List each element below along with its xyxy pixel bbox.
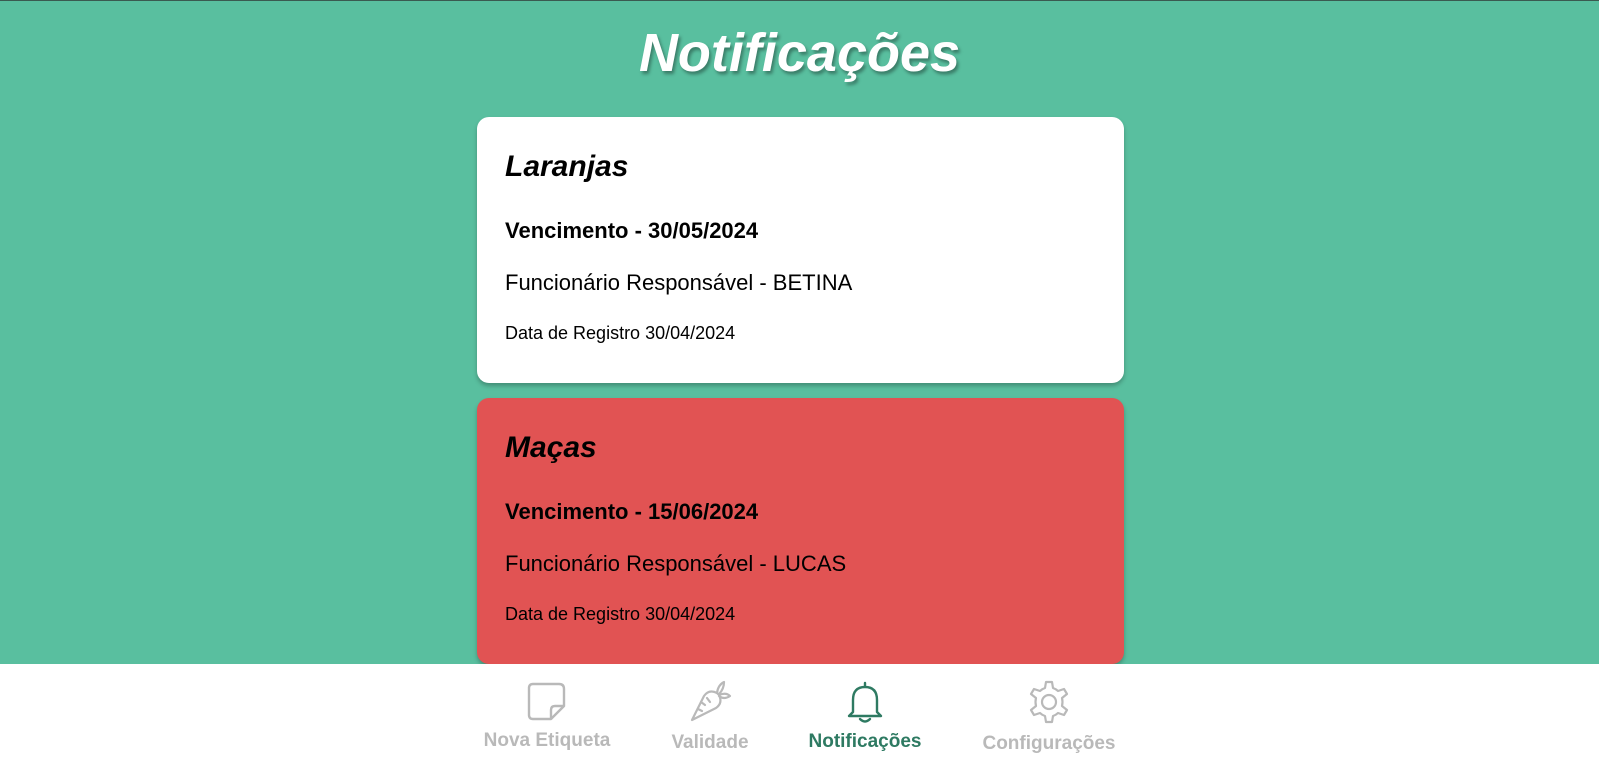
nav-item-validade[interactable]: Validade bbox=[660, 664, 760, 767]
nav-label: Notificações bbox=[808, 731, 922, 752]
gear-icon bbox=[1029, 680, 1069, 724]
nav-item-configuracoes[interactable]: Configurações bbox=[975, 664, 1123, 767]
nav-item-notificacoes[interactable]: Notificações bbox=[800, 664, 930, 767]
expiry-date: Vencimento - 15/06/2024 bbox=[505, 499, 759, 524]
nav-label: Configurações bbox=[982, 733, 1116, 754]
nav-label: Nova Etiqueta bbox=[483, 730, 611, 751]
top-border bbox=[0, 0, 1599, 1]
registration-date: Data de Registro 30/04/2024 bbox=[505, 604, 736, 624]
bottom-navigation: Nova Etiqueta Validade Notificações Conf… bbox=[0, 664, 1599, 767]
bell-icon bbox=[847, 681, 883, 723]
expiry-date: Vencimento - 30/05/2024 bbox=[505, 218, 759, 243]
responsible-employee: Funcionário Responsável - BETINA bbox=[505, 270, 853, 295]
product-name: Laranjas bbox=[505, 150, 629, 183]
nav-item-nova-etiqueta[interactable]: Nova Etiqueta bbox=[477, 664, 617, 767]
notification-card-expired[interactable]: Maças Vencimento - 15/06/2024 Funcionári… bbox=[477, 398, 1124, 664]
page-title: Notificações bbox=[638, 23, 961, 83]
sticky-note-icon bbox=[527, 682, 566, 721]
product-name: Maças bbox=[505, 431, 597, 464]
registration-date: Data de Registro 30/04/2024 bbox=[505, 323, 736, 343]
carrot-icon bbox=[690, 680, 732, 722]
nav-label: Validade bbox=[671, 732, 749, 753]
responsible-employee: Funcionário Responsável - LUCAS bbox=[505, 551, 847, 576]
notification-card[interactable]: Laranjas Vencimento - 30/05/2024 Funcion… bbox=[477, 117, 1124, 383]
